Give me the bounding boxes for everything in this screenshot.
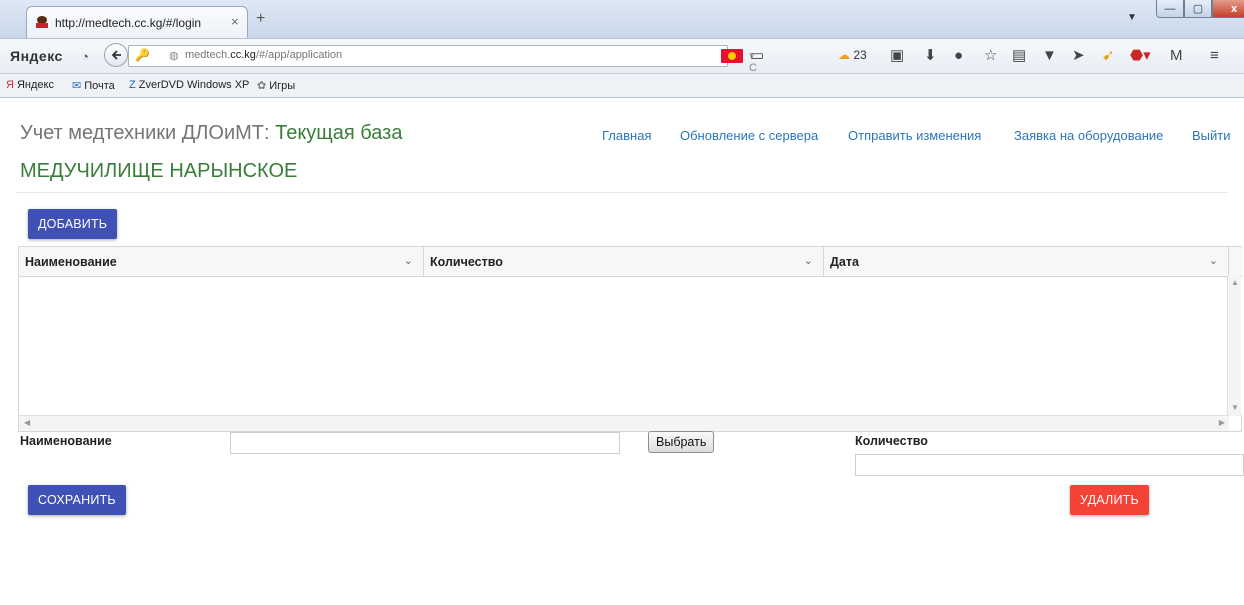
- scroll-up-icon[interactable]: ▲: [1231, 278, 1239, 287]
- chat-icon[interactable]: ●: [954, 48, 963, 64]
- bookmark-yandex[interactable]: Я Яндекс: [6, 79, 54, 91]
- save-button[interactable]: СОХРАНИТЬ: [28, 485, 126, 515]
- window-controls: — ▢ x: [1156, 0, 1244, 20]
- send-icon[interactable]: ➤: [1072, 48, 1085, 64]
- bookmark-mail[interactable]: ✉ Почта: [72, 79, 115, 92]
- header-divider: [16, 192, 1228, 193]
- weather-icon: ☁: [838, 48, 850, 62]
- back-arrow-icon: [111, 50, 121, 60]
- yandex-bar-icon[interactable]: ▭: [750, 48, 764, 64]
- bookmark-zverdvd[interactable]: Z ZverDVD Windows XP: [129, 79, 249, 91]
- gmail-icon[interactable]: M: [1170, 48, 1183, 64]
- window-maximize-button[interactable]: ▢: [1184, 0, 1212, 18]
- nav-logout-link[interactable]: Выйти: [1192, 128, 1231, 143]
- adblock-icon[interactable]: ⬣▾: [1130, 48, 1151, 64]
- window-close-button[interactable]: x: [1212, 0, 1244, 18]
- address-bar-url: medtech.cc.kg/#/app/application: [185, 49, 343, 61]
- name-label: Наименование: [20, 434, 112, 448]
- bookmarks-list-icon[interactable]: ▤: [1012, 48, 1026, 64]
- quantity-field[interactable]: [855, 454, 1244, 476]
- chevron-down-icon[interactable]: ⌄: [404, 254, 413, 267]
- extension-icon[interactable]: ▣: [890, 48, 904, 64]
- key-icon: 🔑: [135, 48, 150, 62]
- site-favicon-icon: [36, 16, 48, 28]
- delete-button[interactable]: УДАЛИТЬ: [1070, 485, 1149, 515]
- tab-list-chevron-icon[interactable]: ▼: [1127, 12, 1137, 23]
- records-grid: Наименование ⌄ Количество ⌄ Дата ⌄ ▲ ▼ ◀…: [18, 246, 1243, 432]
- nav-home-link[interactable]: Главная: [602, 128, 651, 143]
- yandex-icon: Я: [6, 79, 14, 91]
- column-header-quantity[interactable]: Количество ⌄: [424, 247, 824, 276]
- scroll-left-icon[interactable]: ◀: [24, 418, 30, 427]
- page-content: Учет медтехники ДЛОиМТ: Текущая база МЕД…: [0, 98, 1244, 605]
- institution-name: МЕДУЧИЛИЩЕ НАРЫНСКОЕ: [20, 160, 298, 182]
- chevron-down-icon[interactable]: ⌄: [1209, 254, 1218, 267]
- vertical-scrollbar[interactable]: ▲ ▼: [1227, 276, 1241, 416]
- yandex-notification-icon[interactable]: ◔: [74, 45, 96, 67]
- new-tab-button[interactable]: +: [256, 10, 265, 28]
- column-header-date[interactable]: Дата ⌄: [824, 247, 1229, 276]
- scroll-down-icon[interactable]: ▼: [1231, 403, 1239, 412]
- zverdvd-icon: Z: [129, 79, 136, 91]
- app-title: Учет медтехники ДЛОиМТ: Текущая база: [20, 122, 403, 144]
- browser-tab-title: http://medtech.cc.kg/#/login: [55, 16, 202, 30]
- name-field[interactable]: [230, 432, 620, 454]
- bookmark-games[interactable]: ✿ Игры: [257, 79, 295, 92]
- quantity-label: Количество: [855, 434, 928, 448]
- nav-equipment-request-link[interactable]: Заявка на оборудование: [1014, 128, 1163, 143]
- scroll-right-icon[interactable]: ▶: [1219, 418, 1225, 427]
- menu-icon[interactable]: ≡: [1210, 48, 1219, 64]
- weather-temperature: 23: [853, 48, 867, 62]
- grid-header: Наименование ⌄ Количество ⌄ Дата ⌄: [19, 247, 1243, 277]
- db-label: Текущая база: [275, 122, 403, 144]
- back-button[interactable]: [104, 43, 128, 67]
- games-icon: ✿: [257, 80, 267, 92]
- bookmark-star-icon[interactable]: ☆: [984, 48, 997, 64]
- download-icon[interactable]: ⬇: [924, 48, 937, 64]
- browser-toolbar: Яндекс ◔ 🔑 ◍ medtech.cc.kg/#/app/applica…: [0, 38, 1244, 74]
- pocket-icon[interactable]: ▼: [1042, 48, 1057, 64]
- yandex-logo[interactable]: Яндекс: [10, 48, 63, 64]
- browser-tab-bar: http://medtech.cc.kg/#/login × + ▼ — ▢ x: [0, 0, 1244, 38]
- mail-icon: ✉: [72, 80, 82, 92]
- chevron-down-icon[interactable]: ⌄: [804, 254, 813, 267]
- bookmarks-bar: Я Яндекс ✉ Почта Z ZverDVD Windows XP ✿ Игры: [0, 74, 1244, 98]
- nav-send-changes-link[interactable]: Отправить изменения: [848, 128, 981, 143]
- kyrgyzstan-flag-icon: [721, 49, 743, 63]
- address-bar[interactable]: 🔑 ◍ medtech.cc.kg/#/app/application ▿ C: [128, 45, 757, 74]
- window-minimize-button[interactable]: —: [1156, 0, 1184, 18]
- grid-body: [19, 277, 1243, 415]
- horizontal-scrollbar[interactable]: ◀ ▶: [19, 415, 1229, 431]
- weather-widget[interactable]: ☁ 23: [838, 48, 867, 62]
- globe-icon: ◍: [169, 50, 179, 62]
- add-button[interactable]: ДОБАВИТЬ: [28, 209, 118, 239]
- column-header-name[interactable]: Наименование ⌄: [19, 247, 424, 276]
- cursor-icon[interactable]: ➹: [1102, 48, 1115, 64]
- nav-update-from-server-link[interactable]: Обновление с сервера: [680, 128, 818, 143]
- browser-tab[interactable]: http://medtech.cc.kg/#/login ×: [26, 6, 248, 38]
- select-button[interactable]: Выбрать: [648, 431, 715, 453]
- tab-close-icon[interactable]: ×: [231, 14, 239, 29]
